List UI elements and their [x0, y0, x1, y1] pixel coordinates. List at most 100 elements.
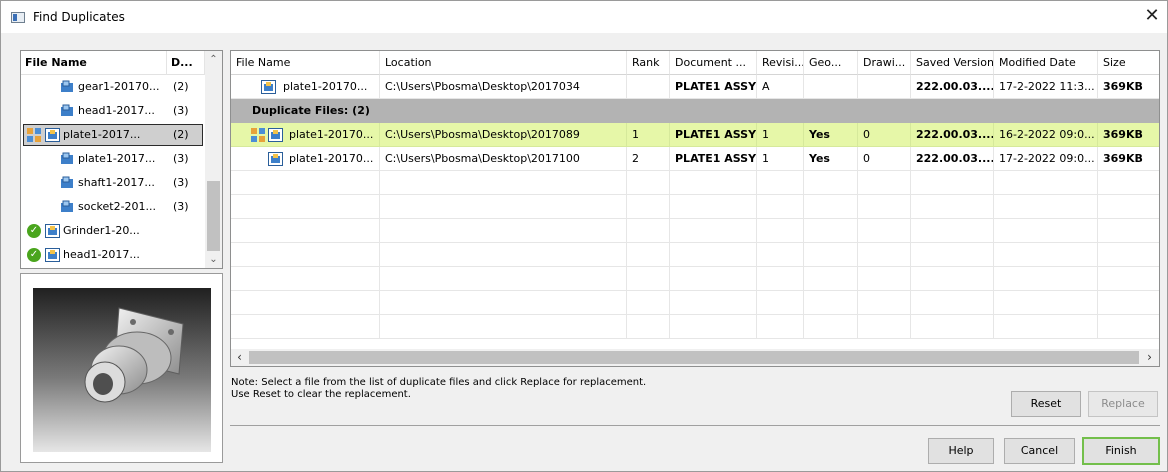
cell-modified-date: 17-2-2022 11:3...	[994, 75, 1098, 99]
column-header-location[interactable]: Location	[380, 51, 627, 75]
duplicate-group-label: Duplicate Files: (2)	[252, 104, 370, 117]
empty-row	[231, 267, 1159, 291]
part-icon	[61, 200, 73, 212]
column-header-duplicates[interactable]: D...	[167, 51, 205, 75]
cell-file-name: plate1-20170...	[231, 123, 380, 147]
flange-model-image	[84, 307, 184, 403]
cancel-button-label: Cancel	[1020, 444, 1059, 457]
table-row-original[interactable]: plate1-20170... C:\Users\Pbosma\Desktop\…	[231, 75, 1159, 99]
tree-vertical-scrollbar[interactable]: ⌃ ⌄	[205, 51, 222, 268]
column-header-document[interactable]: Document ...	[670, 51, 757, 75]
part-icon	[61, 104, 73, 116]
scroll-thumb[interactable]	[249, 351, 1139, 364]
tree-row-count: (3)	[173, 152, 189, 165]
table-header: File Name Location Rank Document ... Rev…	[231, 51, 1159, 75]
cell-geometry: Yes	[804, 123, 858, 147]
cell-rank: 2	[627, 147, 670, 171]
tree-header: File Name D...	[21, 51, 205, 75]
window-title: Find Duplicates	[33, 10, 125, 24]
cell-location: C:\Users\Pbosma\Desktop\2017089	[380, 123, 627, 147]
preview-image	[33, 288, 211, 452]
check-icon: ✓	[27, 224, 41, 238]
tree-row[interactable]: socket2-201... (3)	[21, 195, 205, 219]
duplicate-files-table[interactable]: File Name Location Rank Document ... Rev…	[230, 50, 1160, 367]
tree-row-label: gear1-20170...	[78, 80, 160, 93]
column-header-size[interactable]: Size	[1098, 51, 1159, 75]
tree-row-label: Grinder1-20...	[63, 224, 140, 237]
cell-revision: 1	[757, 123, 804, 147]
help-button[interactable]: Help	[928, 438, 994, 464]
cell-saved-version: 222.00.03....	[911, 123, 994, 147]
column-header-revision[interactable]: Revisi...	[757, 51, 804, 75]
cell-document: PLATE1 ASSY	[670, 147, 757, 171]
reset-button[interactable]: Reset	[1011, 391, 1081, 417]
cell-size: 369KB	[1098, 123, 1159, 147]
table-row-duplicate[interactable]: plate1-20170... C:\Users\Pbosma\Desktop\…	[231, 147, 1159, 171]
cell-document: PLATE1 ASSY	[670, 75, 757, 99]
duplicate-file-tree[interactable]: File Name D... gear1-20170... (2) head1-…	[20, 50, 223, 269]
close-icon[interactable]: ✕	[1137, 1, 1167, 33]
check-icon: ✓	[27, 248, 41, 262]
finish-button-label: Finish	[1105, 444, 1137, 457]
cell-geometry: Yes	[804, 147, 858, 171]
replace-status-icon	[27, 128, 41, 142]
tree-row[interactable]: gear1-20170... (2)	[21, 75, 205, 99]
finish-button[interactable]: Finish	[1082, 437, 1160, 465]
tree-row-label: plate1-2017...	[78, 152, 156, 165]
part-preview	[20, 273, 223, 463]
empty-row	[231, 315, 1159, 339]
tree-row-label: head1-2017...	[63, 248, 140, 261]
duplicate-group-header: Duplicate Files: (2)	[231, 99, 1159, 123]
instruction-note: Note: Select a file from the list of dup…	[231, 377, 646, 401]
column-header-file-name[interactable]: File Name	[21, 51, 167, 75]
scroll-left-icon[interactable]: ‹	[231, 349, 248, 366]
scroll-down-icon[interactable]: ⌄	[205, 251, 222, 268]
cell-location: C:\Users\Pbosma\Desktop\2017034	[380, 75, 627, 99]
column-header-file-name[interactable]: File Name	[231, 51, 380, 75]
cell-file-name: plate1-20170...	[231, 147, 380, 171]
scroll-right-icon[interactable]: ›	[1141, 349, 1158, 366]
cell-saved-version: 222.00.03....	[911, 75, 994, 99]
tree-row-label: head1-2017...	[78, 104, 155, 117]
tree-row-count: (2)	[173, 128, 189, 141]
scroll-thumb[interactable]	[207, 181, 220, 251]
table-horizontal-scrollbar[interactable]: ‹ ›	[231, 349, 1159, 366]
cell-file-name: plate1-20170...	[231, 75, 380, 99]
replace-button-label: Replace	[1101, 397, 1145, 410]
part-icon	[61, 80, 73, 92]
tree-row[interactable]: shaft1-2017... (3)	[21, 171, 205, 195]
column-header-modified-date[interactable]: Modified Date	[994, 51, 1098, 75]
help-button-label: Help	[948, 444, 974, 457]
table-row-duplicate-selected[interactable]: plate1-20170... C:\Users\Pbosma\Desktop\…	[231, 123, 1159, 147]
cell-size: 369KB	[1098, 75, 1159, 99]
part-icon	[61, 176, 73, 188]
cell-modified-date: 17-2-2022 09:0...	[994, 147, 1098, 171]
assembly-icon	[45, 248, 60, 262]
empty-row	[231, 243, 1159, 267]
tree-row-label: shaft1-2017...	[78, 176, 155, 189]
column-header-geometry[interactable]: Geo...	[804, 51, 858, 75]
column-header-rank[interactable]: Rank	[627, 51, 670, 75]
tree-row-count: (2)	[173, 80, 189, 93]
assembly-icon	[261, 80, 276, 94]
tree-row-selected[interactable]: plate1-2017... (2)	[21, 123, 205, 147]
replace-button[interactable]: Replace	[1088, 391, 1158, 417]
divider	[230, 425, 1160, 426]
tree-row[interactable]: plate1-2017... (3)	[21, 147, 205, 171]
tree-row[interactable]: ✓ Grinder1-20...	[21, 219, 205, 243]
cancel-button[interactable]: Cancel	[1004, 438, 1075, 464]
empty-row	[231, 291, 1159, 315]
cell-size: 369KB	[1098, 147, 1159, 171]
cell-rank	[627, 75, 670, 99]
tree-row[interactable]: head1-2017... (3)	[21, 99, 205, 123]
empty-row	[231, 171, 1159, 195]
part-icon	[61, 152, 73, 164]
cell-drawing: 0	[858, 147, 911, 171]
scroll-up-icon[interactable]: ⌃	[205, 51, 222, 68]
column-header-saved-version[interactable]: Saved Version	[911, 51, 994, 75]
tree-row-label: plate1-2017...	[63, 128, 141, 141]
column-header-drawing[interactable]: Drawi...	[858, 51, 911, 75]
tree-row-count: (3)	[173, 176, 189, 189]
tree-row[interactable]: ✓ head1-2017...	[21, 243, 205, 267]
cell-modified-date: 16-2-2022 09:0...	[994, 123, 1098, 147]
